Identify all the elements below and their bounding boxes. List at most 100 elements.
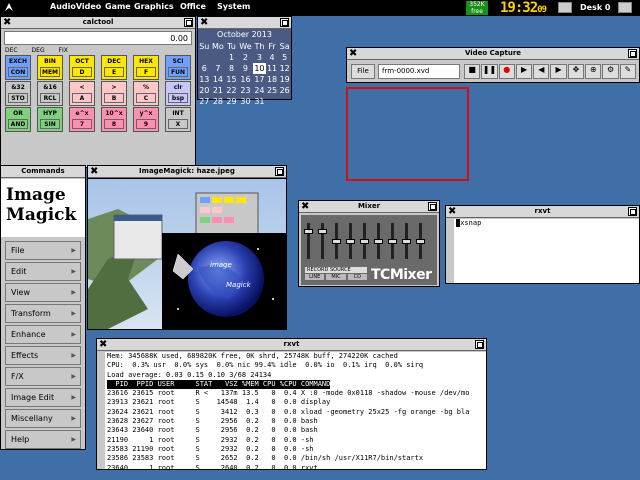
- menu-system[interactable]: System: [217, 2, 250, 11]
- command-button[interactable]: View ▶: [5, 283, 81, 302]
- volume-slider-track[interactable]: [374, 223, 383, 259]
- calendar-day[interactable]: 30: [238, 96, 253, 107]
- rxvt-small-titlebar[interactable]: ✖ rxvt: [446, 206, 639, 218]
- close-icon[interactable]: ✖: [90, 166, 98, 177]
- volume-slider-track[interactable]: [388, 223, 397, 259]
- calendar-day[interactable]: 1: [225, 52, 238, 63]
- calc-key[interactable]: BIN MEM: [37, 55, 63, 80]
- filename-field[interactable]: frm-0000.xvd: [378, 64, 460, 79]
- source-cd-button[interactable]: CD: [347, 274, 367, 280]
- calendar-day[interactable]: 20: [198, 85, 211, 96]
- calendar-day[interactable]: 26: [278, 85, 291, 96]
- record-icon[interactable]: ●: [498, 64, 515, 79]
- calc-key[interactable]: % C: [133, 81, 159, 106]
- volume-slider-knob[interactable]: [360, 239, 369, 244]
- command-button[interactable]: Effects ▶: [5, 346, 81, 365]
- calc-key-bottom-label[interactable]: RCL: [40, 93, 60, 103]
- volume-slider-track[interactable]: [416, 223, 425, 259]
- volume-slider-knob[interactable]: [374, 239, 383, 244]
- volume-slider-track[interactable]: [346, 223, 355, 259]
- volume-slider-knob[interactable]: [416, 239, 425, 244]
- close-icon[interactable]: ✖: [200, 17, 208, 28]
- command-button[interactable]: Edit ▶: [5, 262, 81, 281]
- source-line-button[interactable]: LINE: [305, 274, 325, 280]
- calc-key[interactable]: 10^x 8: [101, 107, 127, 132]
- command-button[interactable]: File ▶: [5, 241, 81, 260]
- commands-titlebar[interactable]: Commands: [1, 166, 85, 178]
- calc-key-bottom-label[interactable]: CON: [8, 67, 28, 77]
- calendar-day[interactable]: 8: [225, 63, 238, 74]
- menu-office[interactable]: Office: [180, 2, 206, 11]
- close-icon[interactable]: ✖: [3, 17, 11, 28]
- calc-key[interactable]: INT X: [165, 107, 191, 132]
- play-icon[interactable]: ▶: [515, 64, 533, 79]
- calc-key[interactable]: < A: [69, 81, 95, 106]
- calc-key[interactable]: HYP SIN: [37, 107, 63, 132]
- calendar-day[interactable]: [211, 52, 226, 63]
- close-icon[interactable]: ✖: [99, 339, 107, 350]
- calendar-day[interactable]: 21: [211, 85, 226, 96]
- rxvt-top-titlebar[interactable]: ✖ rxvt: [97, 339, 486, 351]
- move-icon[interactable]: ✥: [567, 64, 585, 79]
- volume-slider-track[interactable]: [318, 223, 327, 259]
- calendar-day[interactable]: 24: [253, 85, 266, 96]
- calendar-day[interactable]: [278, 96, 291, 107]
- calctool-titlebar[interactable]: ✖ calctool: [1, 17, 195, 29]
- volume-slider-knob[interactable]: [388, 239, 397, 244]
- calendar-day[interactable]: 17: [253, 74, 266, 85]
- rxvt-top-terminal[interactable]: Mem: 345688K used, 689820K free, 0K shrd…: [97, 352, 486, 469]
- calc-key-bottom-label[interactable]: D: [72, 67, 92, 77]
- step-forward-icon[interactable]: ▶: [550, 64, 567, 79]
- calc-key-bottom-label[interactable]: 7: [72, 119, 92, 129]
- calendar-day[interactable]: 11: [266, 63, 279, 74]
- calc-key[interactable]: e^x 7: [69, 107, 95, 132]
- calc-key-bottom-label[interactable]: C: [136, 93, 156, 103]
- menu-graphics[interactable]: Graphics: [134, 2, 174, 11]
- calendar-day[interactable]: 6: [198, 63, 211, 74]
- calendar-day[interactable]: 9: [238, 63, 253, 74]
- calc-key-bottom-label[interactable]: X: [168, 119, 188, 129]
- app-menu-icon[interactable]: [4, 2, 14, 12]
- calc-key[interactable]: EXCH CON: [5, 55, 31, 80]
- calendar-day[interactable]: 22: [225, 85, 238, 96]
- calendar-day[interactable]: 12: [278, 63, 291, 74]
- volume-slider-track[interactable]: [332, 223, 341, 259]
- maximize-icon[interactable]: [628, 49, 637, 58]
- stop-icon[interactable]: ■: [464, 64, 481, 79]
- image-canvas[interactable]: image Magick: [88, 179, 286, 329]
- calendar-day[interactable]: 3: [253, 52, 266, 63]
- calc-key[interactable]: HEX F: [133, 55, 159, 80]
- calendar-day[interactable]: 10: [253, 63, 266, 74]
- step-back-icon[interactable]: ◀: [533, 64, 550, 79]
- calc-key-bottom-label[interactable]: B: [104, 93, 124, 103]
- calendar-day[interactable]: 2: [238, 52, 253, 63]
- taskbar-button-right[interactable]: [618, 2, 632, 13]
- calc-key-bottom-label[interactable]: STO: [8, 93, 28, 103]
- menu-audiovideo[interactable]: AudioVideo: [50, 2, 101, 11]
- calendar-day[interactable]: 13: [198, 74, 211, 85]
- calc-key-bottom-label[interactable]: SIN: [40, 119, 60, 129]
- calendar-day[interactable]: 28: [211, 96, 226, 107]
- calendar-day[interactable]: 7: [211, 63, 226, 74]
- calendar-day[interactable]: 15: [225, 74, 238, 85]
- close-icon[interactable]: ✖: [349, 48, 357, 59]
- close-icon[interactable]: ✖: [448, 206, 456, 217]
- calendar-day[interactable]: 4: [266, 52, 279, 63]
- maximize-icon[interactable]: [475, 340, 484, 349]
- calendar-day[interactable]: 31: [253, 96, 266, 107]
- calc-key[interactable]: y^x 9: [133, 107, 159, 132]
- calendar-day[interactable]: 19: [278, 74, 291, 85]
- calc-key-bottom-label[interactable]: MEM: [40, 67, 60, 77]
- volume-slider-track[interactable]: [360, 223, 369, 259]
- command-button[interactable]: Enhance ▶: [5, 325, 81, 344]
- calendar-day[interactable]: 14: [211, 74, 226, 85]
- maximize-icon[interactable]: [628, 207, 637, 216]
- menu-game[interactable]: Game: [105, 2, 131, 11]
- close-icon[interactable]: ✖: [301, 201, 309, 212]
- calc-key[interactable]: &16 RCL: [37, 81, 63, 106]
- capture-region[interactable]: [346, 87, 469, 181]
- calc-key-bottom-label[interactable]: F: [136, 67, 156, 77]
- target-icon[interactable]: ⊕: [585, 64, 602, 79]
- calendar-day[interactable]: 23: [238, 85, 253, 96]
- calc-key-bottom-label[interactable]: FUN: [168, 67, 188, 77]
